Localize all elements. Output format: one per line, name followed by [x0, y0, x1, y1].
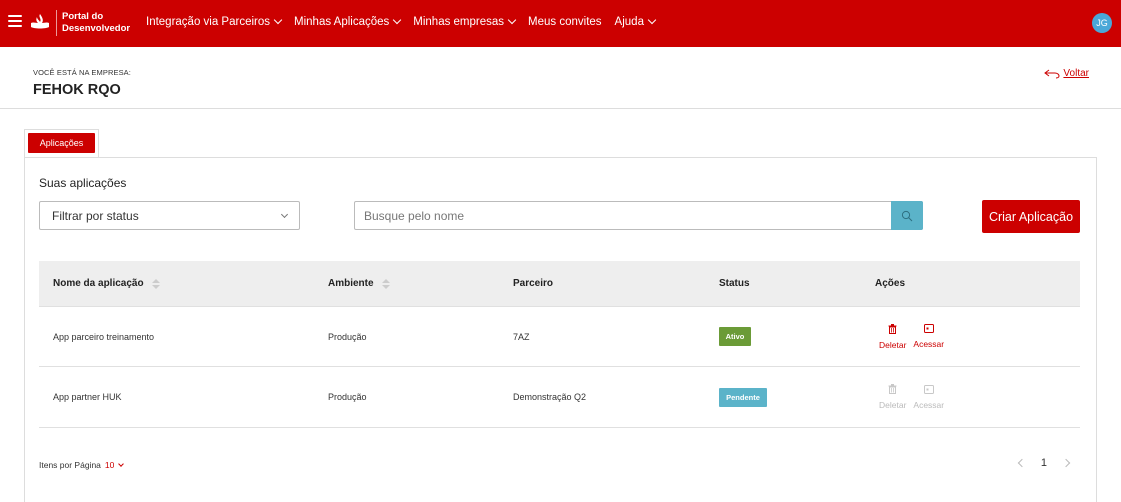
chevron-down-icon	[507, 15, 517, 25]
prev-page-icon[interactable]	[1017, 458, 1027, 468]
app-env: Produção	[328, 331, 367, 342]
access-card-icon	[923, 384, 934, 394]
current-page[interactable]: 1	[1041, 457, 1047, 469]
nav-integracao-parceiros[interactable]: Integração via Parceiros	[146, 15, 283, 28]
col-header-acoes: Ações	[875, 278, 905, 289]
status-badge: Ativo	[719, 327, 751, 346]
app-partner: Demonstração Q2	[513, 392, 587, 402]
applications-table: Nome da aplicação Ambiente Parceiro Stat…	[39, 261, 1080, 428]
col-header-label: Ambiente	[328, 278, 374, 289]
access-button[interactable]: Acessar	[913, 324, 944, 349]
search-button[interactable]	[891, 201, 923, 230]
app-name: App partner HUK	[53, 392, 122, 402]
back-link[interactable]: Voltar	[1044, 68, 1089, 79]
col-header-parceiro: Parceiro	[513, 278, 553, 289]
chevron-down-icon	[273, 15, 283, 25]
company-label: VOCÊ ESTÁ NA EMPRESA:	[33, 68, 131, 77]
search-field	[354, 201, 923, 230]
tab-aplicacoes[interactable]: Aplicações	[28, 133, 95, 153]
santander-flame-logo[interactable]	[30, 12, 50, 32]
section-title: Suas aplicações	[39, 176, 127, 190]
nav-label: Minhas Aplicações	[294, 16, 390, 28]
items-per-page-label: Itens por Página	[39, 460, 101, 470]
col-header-label: Parceiro	[513, 278, 554, 289]
access-button[interactable]: Acessar	[913, 384, 945, 410]
sort-icon	[151, 278, 160, 289]
col-header-status: Status	[719, 278, 750, 289]
chevron-down-icon	[393, 15, 402, 25]
tab-bar: Aplicações	[24, 129, 99, 158]
portal-title[interactable]: Portal do Desenvolvedor	[62, 11, 130, 35]
delete-button[interactable]: Deletar	[879, 384, 906, 410]
header-divider	[0, 108, 1121, 109]
access-label: Acessar	[913, 339, 945, 349]
row-actions: Deletar Acessar	[879, 323, 944, 350]
col-header-name[interactable]: Nome da aplicação	[53, 278, 160, 289]
back-arrow-icon	[1044, 69, 1060, 78]
portal-title-line1: Portal do	[62, 11, 104, 22]
row-actions: Deletar Acessar	[879, 384, 944, 410]
status-badge: Pendente	[719, 387, 767, 407]
delete-label: Deletar	[879, 400, 907, 410]
nav-label: Integração via Parceiros	[146, 16, 271, 28]
chevron-down-icon	[647, 15, 657, 25]
next-page-icon[interactable]	[1061, 458, 1071, 468]
nav-label: Minhas empresas	[413, 16, 505, 28]
col-header-label: Status	[719, 278, 750, 289]
table-header: Nome da aplicação Ambiente Parceiro Stat…	[39, 261, 1080, 306]
nav-label: Ajuda	[614, 16, 644, 28]
table-row: App parceiro treinamento Produção 7AZ At…	[39, 306, 1080, 367]
nav-ajuda[interactable]: Ajuda	[614, 15, 657, 28]
items-per-page-select[interactable]: 10	[104, 460, 125, 470]
top-navbar: Portal do Desenvolvedor Integração via P…	[0, 0, 1121, 47]
menu-icon[interactable]	[8, 15, 22, 27]
app-name: App parceiro treinamento	[53, 331, 155, 342]
col-header-label: Ações	[875, 278, 906, 289]
company-name: FEHOK RQO	[33, 82, 121, 98]
app-env: Produção	[328, 392, 367, 402]
status-filter-label: Filtrar por status	[52, 208, 139, 223]
logo-divider	[56, 10, 57, 36]
table-row: App partner HUK Produção Demonstração Q2…	[39, 367, 1080, 428]
nav-minhas-aplicacoes[interactable]: Minhas Aplicações	[294, 15, 402, 28]
portal-title-line2: Desenvolvedor	[62, 23, 131, 34]
delete-label: Deletar	[879, 339, 907, 350]
nav-minhas-empresas[interactable]: Minhas empresas	[413, 15, 517, 28]
access-label: Acessar	[913, 399, 945, 410]
create-application-button[interactable]: Criar Aplicação	[982, 200, 1080, 233]
col-header-ambiente[interactable]: Ambiente	[328, 278, 390, 289]
sort-icon	[381, 278, 390, 289]
chevron-down-icon	[118, 460, 125, 467]
main-nav: Integração via Parceiros Minhas Aplicaçõ…	[146, 15, 668, 28]
status-filter-select[interactable]: Filtrar por status	[39, 201, 300, 230]
user-avatar[interactable]: JG	[1092, 13, 1112, 33]
search-icon	[901, 210, 913, 221]
app-partner: 7AZ	[513, 331, 530, 342]
pagination: 1	[1017, 457, 1071, 469]
trash-icon	[888, 323, 897, 334]
items-per-page: Itens por Página 10	[39, 460, 125, 470]
items-per-page-value: 10	[104, 460, 115, 470]
access-card-icon	[923, 324, 934, 333]
back-link-label: Voltar	[1063, 68, 1089, 79]
nav-label: Meus convites	[528, 16, 602, 28]
nav-meus-convites[interactable]: Meus convites	[528, 16, 602, 28]
delete-button[interactable]: Deletar	[879, 323, 907, 350]
chevron-down-icon	[280, 210, 289, 218]
trash-icon	[888, 384, 897, 394]
search-input[interactable]	[355, 202, 891, 229]
col-header-label: Nome da aplicação	[53, 278, 144, 289]
